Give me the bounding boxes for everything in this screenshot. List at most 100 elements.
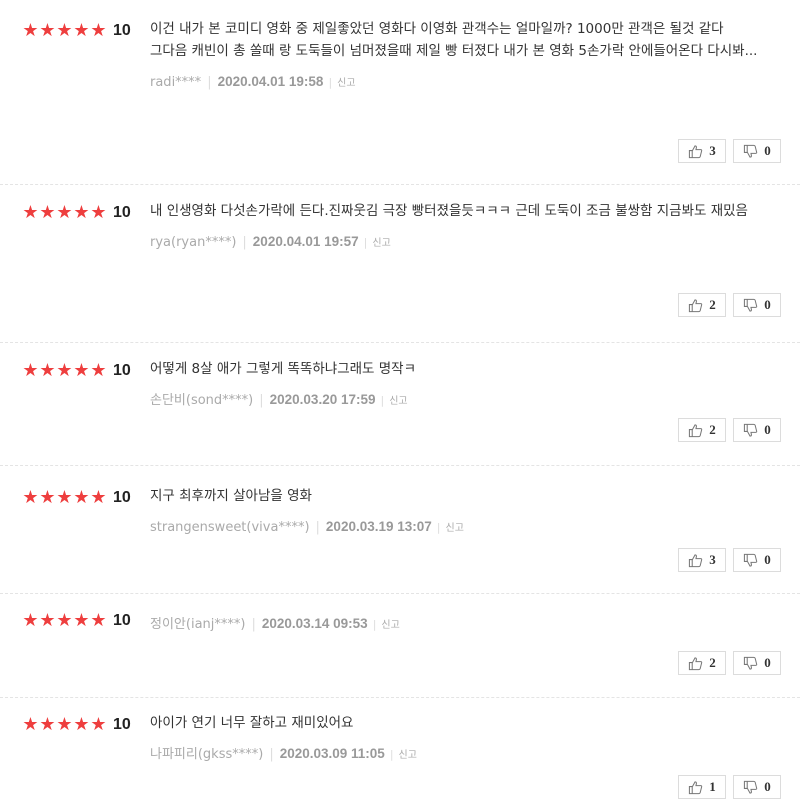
star-icon: ★ [56,360,73,381]
star-rating: ★ ★ ★ ★ ★ 10 [22,610,131,631]
dislike-button[interactable]: 0 [733,548,781,572]
list-item: ★ ★ ★ ★ ★ 10 내 인생영화 다섯손가락에 든다.진짜웃김 극장 빵터졌을듯ㅋ… [0,185,800,343]
list-item: ★ ★ ★ ★ ★ 10 아이가 연기 너무 잘하고 재미있어요 나파피리(gkss**… [0,698,800,805]
review-date: 2020.03.20 17:59 [269,392,376,407]
like-count: 2 [709,297,716,312]
rating-score: 10 [113,362,131,379]
star-icon: ★ [90,487,107,508]
list-item: ★ ★ ★ ★ ★ 10 지구 최후까지 살아남을 영화 strangensweet(v… [0,466,800,594]
dislike-count: 0 [764,779,771,794]
rating-score: 10 [113,612,131,629]
like-count: 1 [709,779,716,794]
like-button[interactable]: 3 [678,139,726,163]
review-date: 2020.04.01 19:58 [217,74,324,89]
star-icon: ★ [22,610,39,631]
report-link[interactable]: 신고 [389,396,407,407]
star-rating: ★ ★ ★ ★ ★ 10 [22,202,130,223]
author-name[interactable]: 나파피리(gkss****) [150,747,263,762]
divider: | [251,617,256,632]
star-icon: ★ [56,487,73,508]
review-text: 어떻게 8살 애가 그렇게 똑똑하냐그래도 명작ㅋ [150,361,417,377]
report-link[interactable]: 신고 [399,750,417,761]
thumbs-down-icon [744,144,758,158]
report-link[interactable]: 신고 [381,620,399,631]
star-rating: ★ ★ ★ ★ ★ 10 [22,714,131,735]
review-meta: 손단비(sond****) | 2020.03.20 17:59 | 신고 [150,392,762,410]
divider: | [242,235,247,250]
divider: | [269,747,274,762]
thumbs-down-icon [744,553,758,567]
like-count: 2 [709,655,716,670]
dislike-button[interactable]: 0 [733,139,781,163]
dislike-button[interactable]: 0 [733,293,781,317]
like-button[interactable]: 2 [678,418,726,442]
like-button[interactable]: 3 [678,548,726,572]
dislike-button[interactable]: 0 [733,418,781,442]
report-link[interactable]: 신고 [372,238,390,249]
star-icon: ★ [39,360,56,381]
thumbs-up-icon [689,144,703,158]
dislike-button[interactable]: 0 [733,651,781,675]
thumbs-down-icon [744,780,758,794]
star-icon: ★ [90,714,107,735]
like-count: 2 [709,422,716,437]
dislike-count: 0 [764,297,771,312]
like-button[interactable]: 2 [678,651,726,675]
star-rating: ★ ★ ★ ★ ★ 10 [22,487,131,508]
dislike-button[interactable]: 0 [733,775,781,799]
review-text: 이건 내가 본 코미디 영화 중 제일좋았던 영화다 이영화 관객수는 얼마일까… [150,21,758,59]
like-button[interactable]: 1 [678,775,726,799]
star-icon: ★ [73,487,90,508]
author-name[interactable]: rya(ryan****) [150,235,236,250]
list-item: ★ ★ ★ ★ ★ 10 정이안(ianj****) | 2020.03.14 09:53 |… [0,594,800,698]
divider: | [436,521,441,534]
thumbs-up-icon [689,298,703,312]
divider: | [389,748,394,761]
review-text: 아이가 연기 너무 잘하고 재미있어요 [150,715,354,731]
author-name[interactable]: strangensweet(viva****) [150,520,310,535]
star-rating: ★ ★ ★ ★ ★ 10 [22,20,131,41]
review-meta: rya(ryan****) | 2020.04.01 19:57 | 신고 [150,234,762,252]
review-meta: radi**** | 2020.04.01 19:58 | 신고 [150,74,762,92]
divider: | [207,75,212,90]
dislike-count: 0 [764,655,771,670]
review-date: 2020.03.19 13:07 [325,519,432,534]
like-button[interactable]: 2 [678,293,726,317]
star-icon: ★ [90,20,107,41]
dislike-count: 0 [764,422,771,437]
rating-score: 10 [113,489,131,506]
rating-score: 10 [113,716,131,733]
star-icon: ★ [56,20,73,41]
star-icon: ★ [90,610,107,631]
divider: | [363,236,368,249]
thumbs-down-icon [744,298,758,312]
star-icon: ★ [39,202,56,223]
thumbs-down-icon [744,656,758,670]
star-icon: ★ [73,202,90,223]
star-icon: ★ [56,714,73,735]
report-link[interactable]: 신고 [446,523,464,534]
review-date: 2020.03.14 09:53 [261,616,368,631]
star-icon: ★ [22,202,39,223]
review-meta: 나파피리(gkss****) | 2020.03.09 11:05 | 신고 [150,746,762,764]
rating-score: 10 [113,22,131,39]
author-name[interactable]: 손단비(sond****) [150,393,253,408]
dislike-count: 0 [764,552,771,567]
author-name[interactable]: 정이안(ianj****) [150,617,245,632]
thumbs-up-icon [689,780,703,794]
review-meta: 정이안(ianj****) | 2020.03.14 09:53 | 신고 [150,616,762,634]
divider: | [372,618,377,631]
star-icon: ★ [22,20,39,41]
divider: | [380,394,385,407]
star-icon: ★ [56,610,73,631]
star-icon: ★ [22,714,39,735]
star-rating: ★ ★ ★ ★ ★ 10 [22,360,131,381]
list-item: ★ ★ ★ ★ ★ 10 어떻게 8살 애가 그렇게 똑똑하냐그래도 명작ㅋ 손단비(s… [0,343,800,466]
report-link[interactable]: 신고 [337,78,355,89]
star-icon: ★ [73,714,90,735]
like-count: 3 [709,552,716,567]
review-meta: strangensweet(viva****) | 2020.03.19 13:07… [150,519,762,537]
author-name[interactable]: radi**** [150,75,201,90]
review-date: 2020.04.01 19:57 [252,234,359,249]
like-count: 3 [709,143,716,158]
